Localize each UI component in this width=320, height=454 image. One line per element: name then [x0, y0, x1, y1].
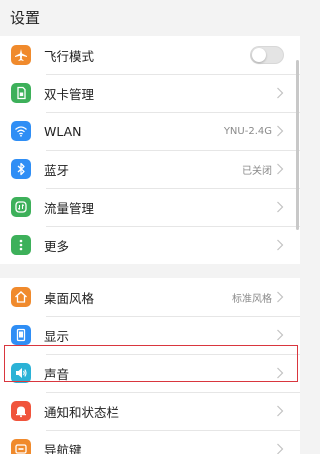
chevron-right-icon [276, 405, 284, 417]
settings-item-label: 显示 [44, 328, 70, 344]
page-title: 设置 [0, 0, 300, 36]
settings-item-dual-sim[interactable]: 双卡管理 [0, 74, 300, 112]
wlan-network-name: YNU-2.4G [223, 125, 272, 137]
chevron-right-icon [276, 163, 284, 175]
settings-item-sound[interactable]: 声音 [0, 354, 300, 392]
settings-item-label: 蓝牙 [44, 162, 70, 178]
home-screen-style-value: 标准风格 [232, 293, 272, 305]
speaker-icon [11, 363, 31, 383]
settings-item-display[interactable]: 显示 [0, 316, 300, 354]
toggle-knob [252, 48, 266, 62]
settings-item-label: 流量管理 [44, 200, 95, 216]
settings-item-home-screen-style[interactable]: 桌面风格 标准风格 [0, 278, 300, 316]
data-usage-icon [11, 197, 31, 217]
settings-screen: 设置 飞行模式 双卡管理 WLAN YNU-2.4G 蓝牙 已关闭 流量管理 更… [0, 0, 300, 454]
settings-item-label: 桌面风格 [44, 290, 95, 306]
display-icon [11, 325, 31, 345]
sim-card-icon [11, 83, 31, 103]
bluetooth-status: 已关闭 [242, 165, 272, 177]
settings-item-notifications-status-bar[interactable]: 通知和状态栏 [0, 392, 300, 430]
settings-item-airplane-mode[interactable]: 飞行模式 [0, 36, 300, 74]
settings-item-label: 更多 [44, 238, 70, 254]
airplane-mode-toggle[interactable] [250, 46, 284, 64]
group-divider [0, 264, 300, 278]
settings-item-wlan[interactable]: WLAN YNU-2.4G [0, 112, 300, 150]
chevron-right-icon [276, 201, 284, 213]
chevron-right-icon [276, 87, 284, 99]
wifi-icon [11, 121, 31, 141]
home-icon [11, 287, 31, 307]
airplane-icon [11, 45, 31, 65]
chevron-right-icon [276, 443, 284, 454]
bell-icon [11, 401, 31, 421]
settings-item-label: 飞行模式 [44, 48, 95, 64]
settings-item-data-usage[interactable]: 流量管理 [0, 188, 300, 226]
scrollbar[interactable] [296, 60, 299, 230]
settings-item-label: 通知和状态栏 [44, 404, 120, 420]
settings-group-personalization: 桌面风格 标准风格 显示 声音 通知和状态栏 导航键 [0, 278, 300, 454]
navigation-key-icon [11, 439, 31, 454]
settings-item-label: 双卡管理 [44, 86, 95, 102]
chevron-right-icon [276, 125, 284, 137]
chevron-right-icon [276, 367, 284, 379]
settings-item-label: WLAN [44, 123, 82, 139]
settings-item-label: 导航键 [44, 442, 82, 454]
chevron-right-icon [276, 291, 284, 303]
settings-item-navigation-keys[interactable]: 导航键 [0, 430, 300, 454]
settings-group-connectivity: 飞行模式 双卡管理 WLAN YNU-2.4G 蓝牙 已关闭 流量管理 更多 [0, 36, 300, 264]
more-icon [11, 235, 31, 255]
chevron-right-icon [276, 239, 284, 251]
bluetooth-icon [11, 159, 31, 179]
chevron-right-icon [276, 329, 284, 341]
settings-item-label: 声音 [44, 366, 70, 382]
settings-item-bluetooth[interactable]: 蓝牙 已关闭 [0, 150, 300, 188]
settings-item-more[interactable]: 更多 [0, 226, 300, 264]
